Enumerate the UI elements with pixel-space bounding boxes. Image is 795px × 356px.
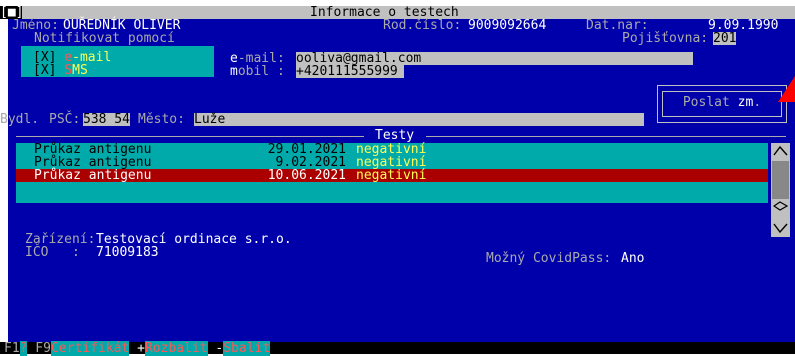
send-button[interactable]: Poslat zm. — [662, 91, 782, 117]
scroll-down-icon[interactable] — [773, 223, 788, 234]
tests-list[interactable]: Průkaz antigenu 29.01.2021 negativní Průkaz… — [16, 143, 768, 203]
mobile-field-label: mobil : — [230, 65, 285, 78]
insurer-field[interactable]: 201 — [713, 32, 737, 45]
mobile-field-label-text: obil : — [237, 64, 285, 79]
psc-input[interactable]: 538 54 — [83, 113, 130, 126]
sms-checkbox[interactable]: [X] SMS — [33, 64, 88, 77]
mobile-input-value: +420111555999 — [296, 64, 398, 79]
scroll-up-icon[interactable] — [773, 145, 788, 156]
scroll-thumb[interactable] — [772, 161, 789, 199]
send-button-tail: . — [753, 95, 762, 110]
address-prefix: Bydl. — [0, 112, 47, 127]
f1-key[interactable]: F1? F9Certifikát +Rozbalit -Sbalit — [4, 341, 271, 356]
mobile-field-hotkey: m — [230, 64, 238, 79]
pointer-arrow-icon — [778, 76, 795, 102]
ico-label: IČO : — [25, 245, 80, 260]
birth-number-value: 9009092664 — [468, 18, 547, 33]
sms-option-label: MS — [72, 63, 88, 78]
test-date: 10.06.2021 — [267, 168, 346, 183]
tests-divider-right — [426, 136, 786, 137]
send-button-text: Poslat — [682, 95, 738, 110]
ico-value: 71009183 — [96, 245, 159, 260]
sms-check-mark: [X] — [33, 63, 57, 78]
send-button-hotkey: zm — [737, 95, 754, 110]
test-type: Průkaz antigenu — [34, 168, 152, 183]
insurer-label: Pojišťovna: — [622, 31, 709, 46]
psc-label: PSČ: — [49, 112, 81, 127]
notify-label: Notifikovat pomocí — [34, 31, 175, 46]
city-input-value: Luže — [194, 112, 226, 127]
sms-hotkey: S — [64, 63, 73, 78]
tests-divider-left — [16, 136, 364, 137]
covidpass-label: Možný CovidPass: — [486, 251, 612, 266]
test-info-window: [■] Informace o testech Jméno: OUŘEDNÍK … — [0, 6, 795, 342]
table-row[interactable]: Průkaz antigenu 10.06.2021 negativní — [16, 169, 768, 182]
test-result: negativní — [356, 168, 427, 183]
covidpass-value: Ano — [621, 251, 645, 266]
birth-number-label: Rod.číslo: — [383, 18, 462, 33]
scroll-position-icon — [773, 201, 788, 211]
city-label: Město: — [138, 112, 185, 127]
tests-header: Testy — [375, 128, 415, 143]
mobile-input[interactable]: +420111555999 — [296, 65, 404, 78]
city-input[interactable]: Luže — [194, 113, 644, 126]
tests-scrollbar[interactable] — [771, 143, 790, 237]
function-key-bar: F1? F9Certifikát +Rozbalit -Sbalit — [0, 341, 795, 356]
